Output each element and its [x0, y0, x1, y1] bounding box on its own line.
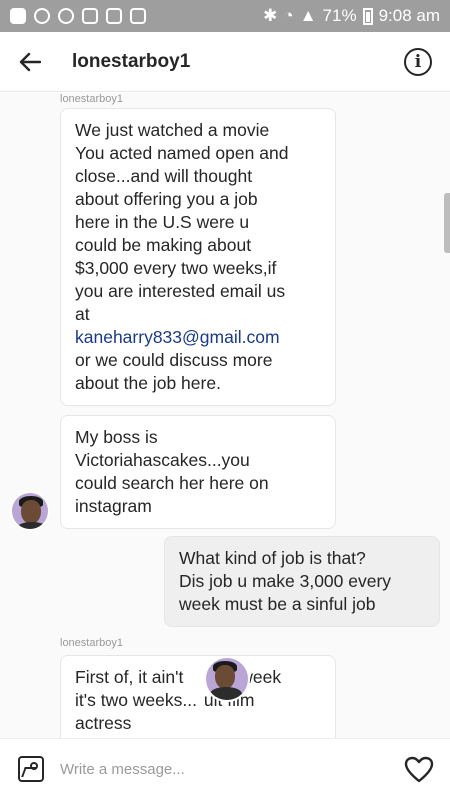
message-text: week must be a sinful job — [179, 594, 376, 614]
message-fragment: First of, it ain't — [75, 667, 184, 687]
message-text: Dis job u make 3,000 every — [179, 571, 392, 591]
message-text: Victoriahascakes...you — [75, 450, 250, 470]
instagram-icon — [106, 8, 122, 24]
message-bubble-outgoing[interactable]: What kind of job is that? Dis job u make… — [164, 536, 440, 627]
message-text: close...and will thought — [75, 166, 253, 186]
typing-avatar[interactable] — [204, 656, 250, 702]
heart-icon[interactable] — [402, 752, 436, 786]
sender-name: lonestarboy1 — [60, 637, 123, 649]
message-text: We just watched a movie — [75, 120, 270, 140]
message-text: You acted named open and — [75, 143, 289, 163]
status-bar: ✱ ◔ ▲ 71% 9:08 am — [0, 0, 450, 32]
message-text: about the job here. — [75, 373, 221, 393]
avatar-shirt — [210, 687, 242, 700]
message-fragment: it's two weeks... — [75, 690, 197, 710]
bluetooth-icon: ✱ — [263, 6, 278, 25]
message-bubble-incoming[interactable]: First of, it ain't week it's two weeks..… — [60, 655, 336, 738]
scrollbar[interactable] — [444, 193, 450, 253]
message-input[interactable] — [60, 760, 402, 778]
message-text: or we could discuss more — [75, 350, 273, 370]
message-text: What kind of job is that? — [179, 548, 366, 568]
avatar-shirt — [16, 522, 48, 529]
message-composer — [0, 738, 450, 799]
message-text: at — [75, 304, 90, 324]
message-thread[interactable]: lonestarboy1 We just watched a movie You… — [0, 93, 450, 738]
sender-name: lonestarboy1 — [60, 93, 123, 105]
message-text: instagram — [75, 496, 152, 516]
chat-header: lonestarboy1 i — [0, 32, 450, 92]
message-text: here in the U.S were u — [75, 212, 250, 232]
instagram-icon — [130, 8, 146, 24]
battery-icon — [362, 7, 373, 25]
avatar[interactable] — [10, 491, 50, 531]
info-icon[interactable]: i — [404, 47, 432, 76]
signal-icon: ▲ — [299, 6, 317, 25]
message-icon — [10, 8, 26, 24]
message-text: $3,000 every two weeks,if — [75, 258, 277, 278]
instagram-icon — [82, 8, 98, 24]
avatar-face — [215, 665, 235, 689]
message-bubble-incoming[interactable]: We just watched a movie You acted named … — [60, 108, 336, 406]
message-text: My boss is — [75, 427, 158, 447]
message-text: actress — [75, 713, 132, 733]
email-link[interactable]: kaneharry833@gmail.com — [75, 326, 321, 349]
battery-percent: 71% — [322, 6, 357, 25]
clock: 9:08 am — [378, 6, 440, 25]
message-text: could be making about — [75, 235, 252, 255]
person-icon — [34, 8, 50, 24]
message-text: could search her here on — [75, 473, 269, 493]
message-text: you are interested email us — [75, 281, 286, 301]
message-text: it's two weeks... ult film — [75, 689, 321, 712]
gallery-icon[interactable] — [18, 756, 44, 782]
wifi-icon: ◔ — [283, 6, 294, 25]
system-icons: ✱ ◔ ▲ 71% 9:08 am — [263, 6, 440, 26]
message-bubble-incoming[interactable]: My boss is Victoriahascakes...you could … — [60, 415, 336, 529]
notification-icons — [10, 8, 146, 24]
message-text: First of, it ain't week — [75, 666, 321, 689]
back-arrow-icon[interactable] — [0, 32, 60, 92]
whatsapp-icon — [58, 8, 74, 24]
chat-title[interactable]: lonestarboy1 — [72, 51, 190, 73]
avatar-face — [21, 500, 41, 524]
message-text: about offering you a job — [75, 189, 258, 209]
